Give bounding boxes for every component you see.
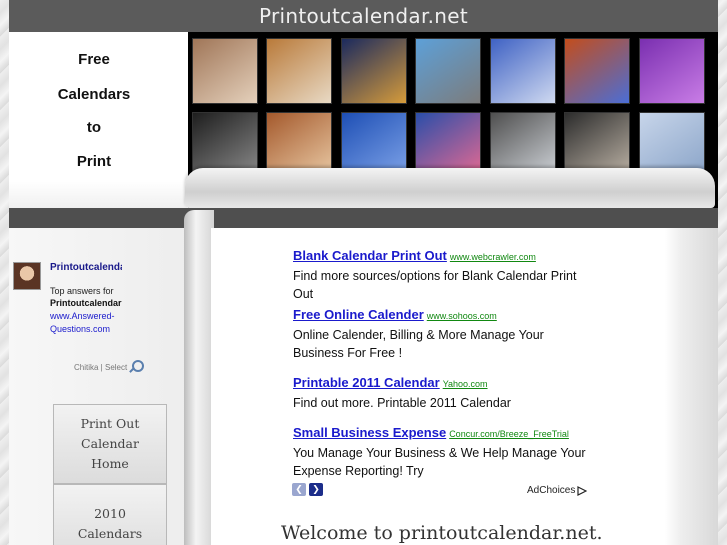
search-icon[interactable] [129,360,145,374]
nav-2010-calendars[interactable]: 2010 Calendars [53,484,167,545]
welcome-heading: Welcome to printoutcalendar.net. [281,522,603,544]
tagline-line-calendars: Calendars [57,86,131,103]
nav-label-line: Calendars [77,526,143,541]
ad-description: You Manage Your Business & We Help Manag… [293,446,586,478]
ad-title-link[interactable]: Free Online Calender [293,307,424,322]
ad-url-link[interactable]: Concur.com/Breeze_FreeTrial [449,429,569,439]
tagline-line-to: to [86,119,102,136]
ad-unit: Blank Calendar Print Out www.webcrawler.c… [293,247,598,303]
widget-text: Top answers for [50,286,114,296]
ad-url-link[interactable]: Yahoo.com [443,379,488,389]
food-photo[interactable] [192,38,258,104]
nav-print-out-calendar-home[interactable]: Print Out Calendar Home [53,404,167,484]
tagline-line-print: Print [76,153,112,170]
widget-avatar [13,262,41,290]
chevron-left-icon: ❮ [295,484,303,495]
adchoices-triangle-icon [577,485,588,496]
ad-url-link[interactable]: www.webcrawler.com [450,252,536,262]
ad-next-button[interactable]: ❯ [309,483,323,496]
nav-label-line: 2010 [94,506,126,521]
tagline: Free Calendars to Print [9,32,187,208]
adchoices-label: AdChoices [527,485,576,496]
ad-prev-button[interactable]: ❮ [292,483,306,496]
site-header-bar: Printoutcalendar.net [9,0,718,32]
nav-label-line: Print Out [80,416,140,431]
hydrangea-photo[interactable] [490,38,556,104]
branches-photo[interactable] [564,38,630,104]
scroll-banner-decoration [185,168,715,208]
ad-unit: Printable 2011 Calendar Yahoo.com Find ou… [293,374,598,412]
chitika-search[interactable]: Chitika | Select [74,360,145,374]
header-divider-bar [9,208,718,228]
city-night-photo[interactable] [341,38,407,104]
widget-title-link[interactable]: Printoutcalendar [50,262,122,273]
chitika-label: Chitika | Select [74,362,128,372]
widget-keyword[interactable]: Printoutcalendar [50,298,122,308]
scroll-edge-decoration [184,210,214,545]
autumn-tree-photo[interactable] [266,38,332,104]
ad-unit: Free Online Calender www.sohoos.com Onlin… [293,306,598,362]
ad-title-link[interactable]: Printable 2011 Calendar [293,375,440,390]
ad-description: Online Calender, Billing & More Manage Y… [293,328,544,360]
nav-label-line: Home [91,456,129,471]
ad-unit: Small Business Expense Concur.com/Breeze_… [293,424,598,480]
tagline-line-free: Free [78,51,110,68]
ad-title-link[interactable]: Small Business Expense [293,425,446,440]
purple-fabric-photo[interactable] [639,38,705,104]
widget-url[interactable]: www.Answered- [50,311,122,321]
ad-description: Find out more. Printable 2011 Calendar [293,396,511,410]
widget-url-cont[interactable]: Questions.com [50,324,122,334]
site-title[interactable]: Printoutcalendar.net [259,4,468,28]
ad-url-link[interactable]: www.sohoos.com [427,311,497,321]
adchoices-link[interactable]: AdChoices [527,485,588,496]
statue-photo[interactable] [415,38,481,104]
nav-label-line: Calendar [81,436,139,451]
ad-title-link[interactable]: Blank Calendar Print Out [293,248,447,263]
ad-description: Find more sources/options for Blank Cale… [293,269,577,301]
chevron-right-icon: ❯ [312,484,320,495]
right-edge-decoration [665,228,718,545]
